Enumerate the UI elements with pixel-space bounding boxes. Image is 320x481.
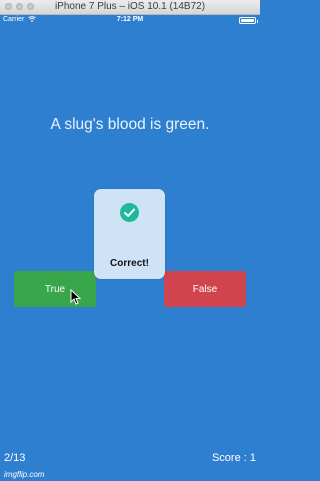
ios-status-bar: Carrier 7:12 PM [0,14,260,27]
false-button[interactable]: False [164,271,246,307]
question-progress: 2/13 [4,452,26,464]
status-time: 7:12 PM [116,16,144,23]
feedback-popup: Correct! [94,189,165,279]
simulator-title-bar: iPhone 7 Plus – iOS 10.1 (14B72) [0,0,260,15]
watermark: imgflip.com [4,470,45,479]
battery-icon [239,17,258,24]
mouse-cursor-icon [70,289,81,305]
question-text: A slug's blood is green. [50,116,210,133]
score-label: Score : 1 [211,452,256,464]
popup-message: Correct! [110,258,149,269]
window-title: iPhone 7 Plus – iOS 10.1 (14B72) [54,1,206,12]
true-button[interactable]: True [14,271,96,307]
checkmark-icon [120,203,139,222]
